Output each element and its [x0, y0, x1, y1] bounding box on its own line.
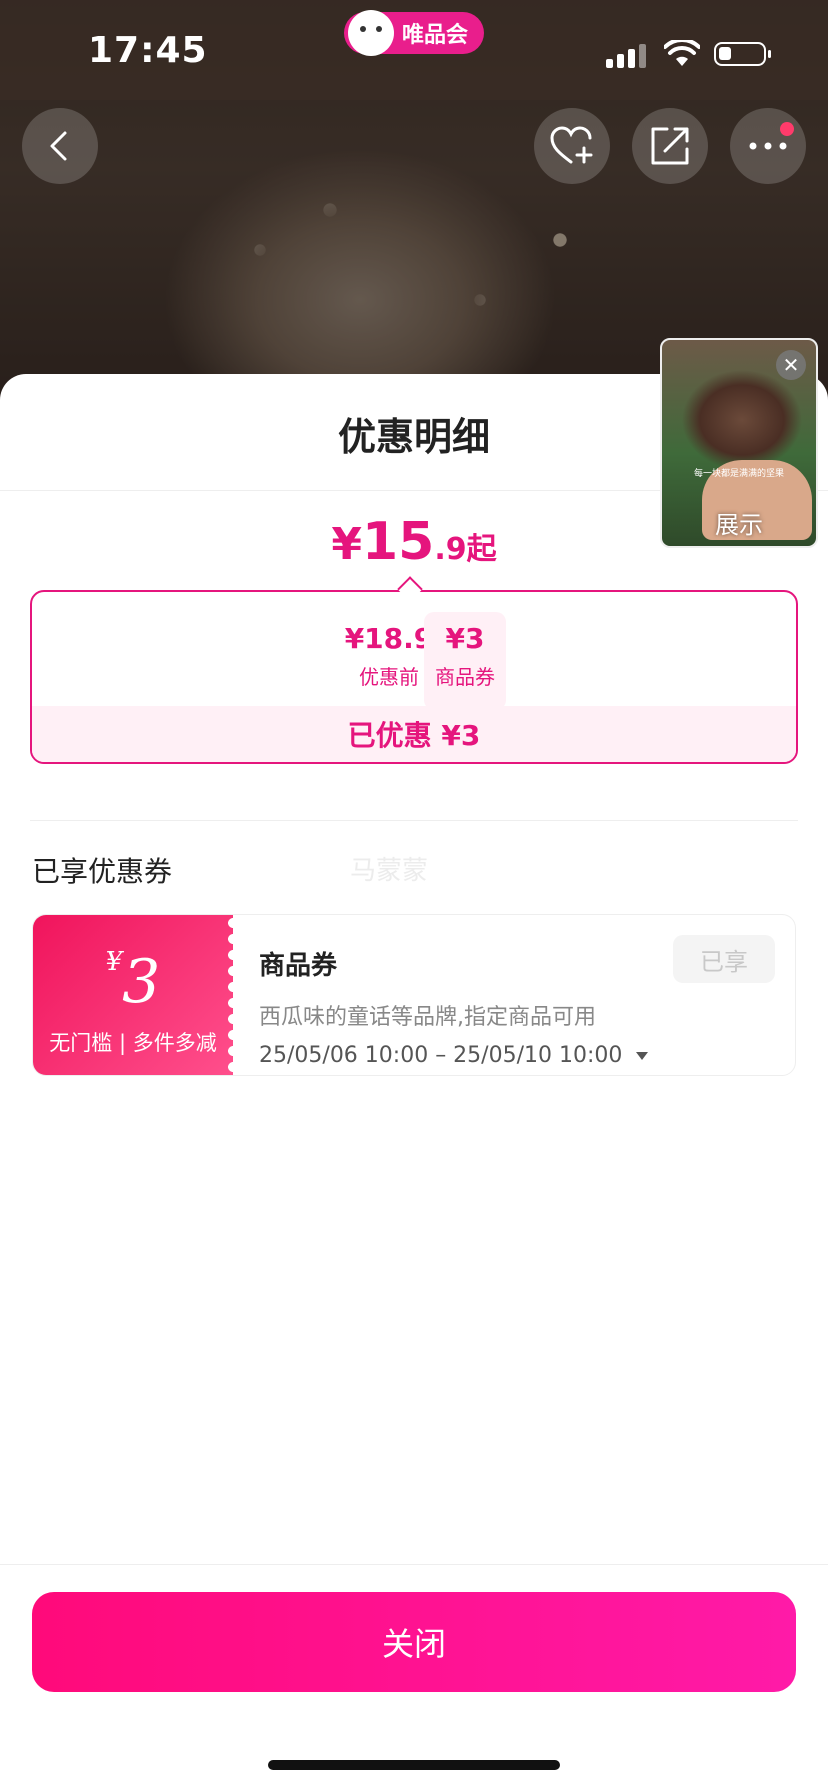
video-label: 展示: [715, 511, 763, 539]
favorite-button[interactable]: [534, 108, 610, 184]
back-button[interactable]: [22, 108, 98, 184]
price-currency: ¥: [331, 519, 362, 570]
divider: [30, 820, 798, 821]
brand-badge: 唯品会: [344, 10, 484, 56]
video-caption: 每一块都是满满的坚果: [693, 469, 784, 479]
share-button[interactable]: [632, 108, 708, 184]
coupon-description: 西瓜味的童话等品牌,指定商品可用: [259, 1005, 596, 1030]
coupon-deduction-label: 商品券: [435, 665, 495, 689]
price-suffix: 起: [466, 532, 497, 567]
home-indicator: [268, 1760, 560, 1770]
battery-icon: [714, 42, 771, 66]
share-icon: [651, 127, 689, 165]
coupon-deduction-cell: ¥3 商品券: [424, 612, 506, 710]
price-breakdown-box: ¥18.9 优惠前 - ¥3 商品券 已优惠 ¥3: [30, 590, 798, 764]
coupon-validity[interactable]: 25/05/06 10:00 – 25/05/10 10:00: [259, 1043, 649, 1068]
coupon-card[interactable]: ¥3 无门槛 | 多件多减 商品券 西瓜味的童话等品牌,指定商品可用 25/05…: [32, 914, 796, 1076]
brand-name: 唯品会: [401, 23, 468, 48]
close-icon[interactable]: ✕: [776, 350, 806, 380]
coupon-currency: ¥: [105, 947, 123, 977]
discount-detail-sheet: 优惠明细 ¥15.9起 ¥18.9 优惠前 - ¥3 商品券 已优惠 ¥3 已享…: [0, 374, 828, 1792]
close-button[interactable]: 关闭: [32, 1592, 796, 1692]
wifi-icon: [664, 40, 700, 66]
coupon-validity-text: 25/05/06 10:00 – 25/05/10 10:00: [259, 1043, 623, 1068]
coupon-tag: 无门槛 | 多件多减: [49, 1031, 217, 1055]
chevron-left-icon: [50, 131, 67, 161]
price-integer: 15: [361, 512, 435, 572]
status-time: 17:45: [88, 30, 208, 71]
price-decimal: .9: [434, 532, 467, 567]
status-bar: 17:45 唯品会: [0, 0, 828, 100]
watermark: 马蒙蒙: [350, 856, 429, 886]
rabbit-logo-icon: [348, 10, 394, 56]
coupon-status-badge: 已享: [673, 935, 775, 983]
caret-down-icon[interactable]: [636, 1052, 649, 1060]
notification-dot: [780, 122, 794, 136]
coupon-deduction-value: ¥3: [445, 622, 485, 655]
section-title: 已享优惠券: [32, 855, 173, 888]
coupon-value-panel: ¥3 无门槛 | 多件多减: [33, 915, 239, 1075]
floating-video[interactable]: ✕ 每一块都是满满的坚果 展示: [660, 338, 818, 548]
more-button[interactable]: [730, 108, 806, 184]
signal-icon: [606, 44, 648, 68]
total-saved: 已优惠 ¥3: [32, 706, 796, 762]
more-dots-icon: [749, 142, 787, 150]
coupon-amount-number: 3: [122, 947, 161, 1017]
divider: [0, 1564, 828, 1565]
coupon-amount: ¥3: [33, 947, 233, 1017]
heart-plus-icon: [550, 126, 593, 164]
coupon-name: 商品券: [259, 951, 338, 981]
